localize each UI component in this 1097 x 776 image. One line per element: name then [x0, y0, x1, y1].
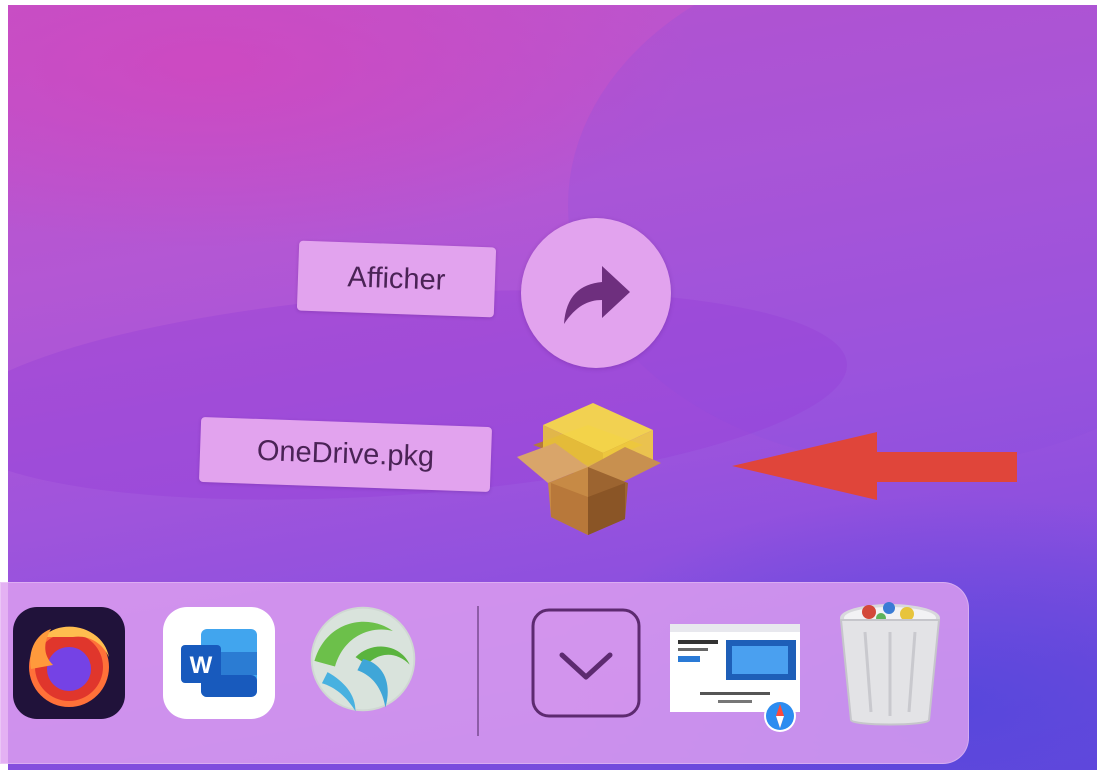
word-letter: W [190, 652, 213, 679]
firefox-icon[interactable] [13, 607, 125, 719]
afficher-button[interactable] [521, 218, 671, 368]
afficher-label[interactable]: Afficher [296, 240, 497, 318]
dock [0, 582, 969, 764]
afficher-label-text: Afficher [347, 260, 446, 297]
document-preview-icon[interactable] [670, 616, 800, 734]
microsoft-word-icon[interactable]: W [163, 607, 275, 719]
red-arrow-icon [732, 432, 1017, 500]
trash-icon[interactable] [833, 592, 948, 730]
onedrive-pkg-label[interactable]: OneDrive.pkg [198, 416, 493, 493]
package-box-icon[interactable] [503, 385, 673, 555]
dock-separator [477, 606, 479, 736]
onedrive-pkg-label-text: OneDrive.pkg [256, 434, 435, 474]
network-globe-icon[interactable] [307, 603, 419, 715]
curved-arrow-icon [564, 266, 630, 324]
downloads-stack-icon[interactable] [530, 607, 642, 719]
